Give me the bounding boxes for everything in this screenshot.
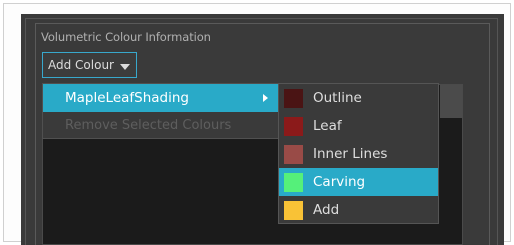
add-colour-menu: MapleLeafShading Remove Selected Colours	[42, 83, 279, 139]
colour-swatch	[284, 88, 303, 108]
colour-swatch	[284, 200, 303, 220]
group-title: Volumetric Colour Information	[41, 30, 211, 44]
submenu-item-outline[interactable]: Outline	[279, 84, 438, 112]
palette-colours-submenu: Outline Leaf Inner Lines Carving Add	[278, 83, 439, 224]
submenu-item-carving[interactable]: Carving	[279, 168, 438, 196]
chevron-right-icon	[263, 94, 268, 102]
menu-item-mapleleafshading[interactable]: MapleLeafShading	[43, 84, 278, 112]
submenu-item-inner-lines[interactable]: Inner Lines	[279, 140, 438, 168]
menu-item-label: MapleLeafShading	[65, 90, 190, 106]
submenu-item-label: Inner Lines	[313, 146, 388, 162]
submenu-item-leaf[interactable]: Leaf	[279, 112, 438, 140]
submenu-item-add[interactable]: Add	[279, 196, 438, 224]
submenu-item-label: Leaf	[313, 118, 342, 134]
chevron-down-icon	[119, 64, 130, 70]
list-scrollbar[interactable]	[440, 90, 462, 118]
add-colour-label: Add Colour	[48, 58, 114, 72]
submenu-item-label: Carving	[313, 174, 366, 190]
colour-swatch	[284, 172, 303, 192]
colour-swatch	[284, 116, 303, 136]
submenu-item-label: Outline	[313, 90, 362, 106]
menu-item-remove-selected-colours[interactable]: Remove Selected Colours	[43, 112, 278, 138]
colour-swatch	[284, 144, 303, 164]
add-colour-button[interactable]: Add Colour	[42, 52, 137, 78]
submenu-item-label: Add	[313, 202, 340, 218]
menu-item-label: Remove Selected Colours	[65, 117, 232, 133]
